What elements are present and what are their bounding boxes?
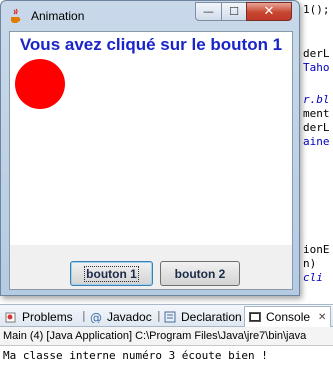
console-icon — [249, 311, 261, 323]
java-app-icon — [8, 8, 24, 24]
tab-problems-label: Problems — [22, 309, 73, 324]
minimize-icon: — — [203, 5, 214, 18]
console-launch-info: Main (4) [Java Application] C:\Program F… — [0, 327, 333, 346]
window-title: Animation — [31, 9, 85, 23]
problems-icon — [5, 311, 17, 323]
code-fragment: cli — [303, 271, 323, 284]
tab-console-label: Console — [266, 310, 311, 324]
code-fragment: derL — [303, 47, 330, 60]
tab-problems[interactable]: Problems — [5, 307, 73, 326]
button-panel: bouton 1 bouton 2 — [10, 245, 292, 289]
code-fragment: ionE — [303, 243, 330, 256]
window-content: Vous avez cliqué sur le bouton 1 bouton … — [9, 31, 293, 290]
code-fragment: n) — [303, 257, 317, 270]
code-fragment: ment — [303, 107, 330, 120]
svg-text:@: @ — [90, 311, 102, 323]
click-message: Vous avez cliqué sur le bouton 1 — [19, 35, 283, 54]
code-fragment: derL — [303, 121, 330, 134]
code-fragment: 1(); — [303, 3, 330, 16]
console-output: Ma classe interne numéro 3 écoute bien ! — [3, 349, 268, 362]
code-fragment: Taho — [303, 61, 330, 74]
tab-declaration-label: Declaration — [181, 309, 242, 324]
declaration-icon — [164, 311, 176, 323]
maximize-icon: ☐ — [229, 5, 239, 18]
bouton-2-label: bouton 2 — [174, 266, 226, 281]
red-ball — [15, 59, 65, 109]
maximize-button[interactable]: ☐ — [221, 2, 247, 21]
window-titlebar[interactable]: Animation — ☐ ✕ — [1, 1, 299, 31]
minimize-button[interactable]: — — [195, 2, 222, 21]
close-tab-icon[interactable]: ✕ — [318, 312, 326, 323]
close-icon: ✕ — [263, 4, 275, 19]
animation-window: Animation — ☐ ✕ Vous avez cliqué sur le … — [0, 0, 300, 296]
view-tabs-bar: Problems | @ Javadoc | Declaration Conso… — [0, 304, 333, 327]
bouton-2-button[interactable]: bouton 2 — [160, 261, 240, 286]
bouton-1-button[interactable]: bouton 1 — [70, 261, 153, 286]
javadoc-icon: @ — [90, 311, 102, 325]
tab-separator: | — [82, 309, 86, 322]
tab-console[interactable]: Console ✕ — [244, 306, 332, 327]
code-fragment: r.bl — [303, 93, 330, 106]
bouton-1-label: bouton 1 — [84, 265, 139, 282]
tab-javadoc[interactable]: @ Javadoc — [90, 307, 152, 326]
tab-separator: | — [157, 309, 161, 322]
tab-javadoc-label: Javadoc — [107, 309, 152, 324]
close-button[interactable]: ✕ — [246, 2, 292, 21]
tab-declaration[interactable]: Declaration — [164, 307, 242, 326]
code-fragment: aine — [303, 135, 330, 148]
